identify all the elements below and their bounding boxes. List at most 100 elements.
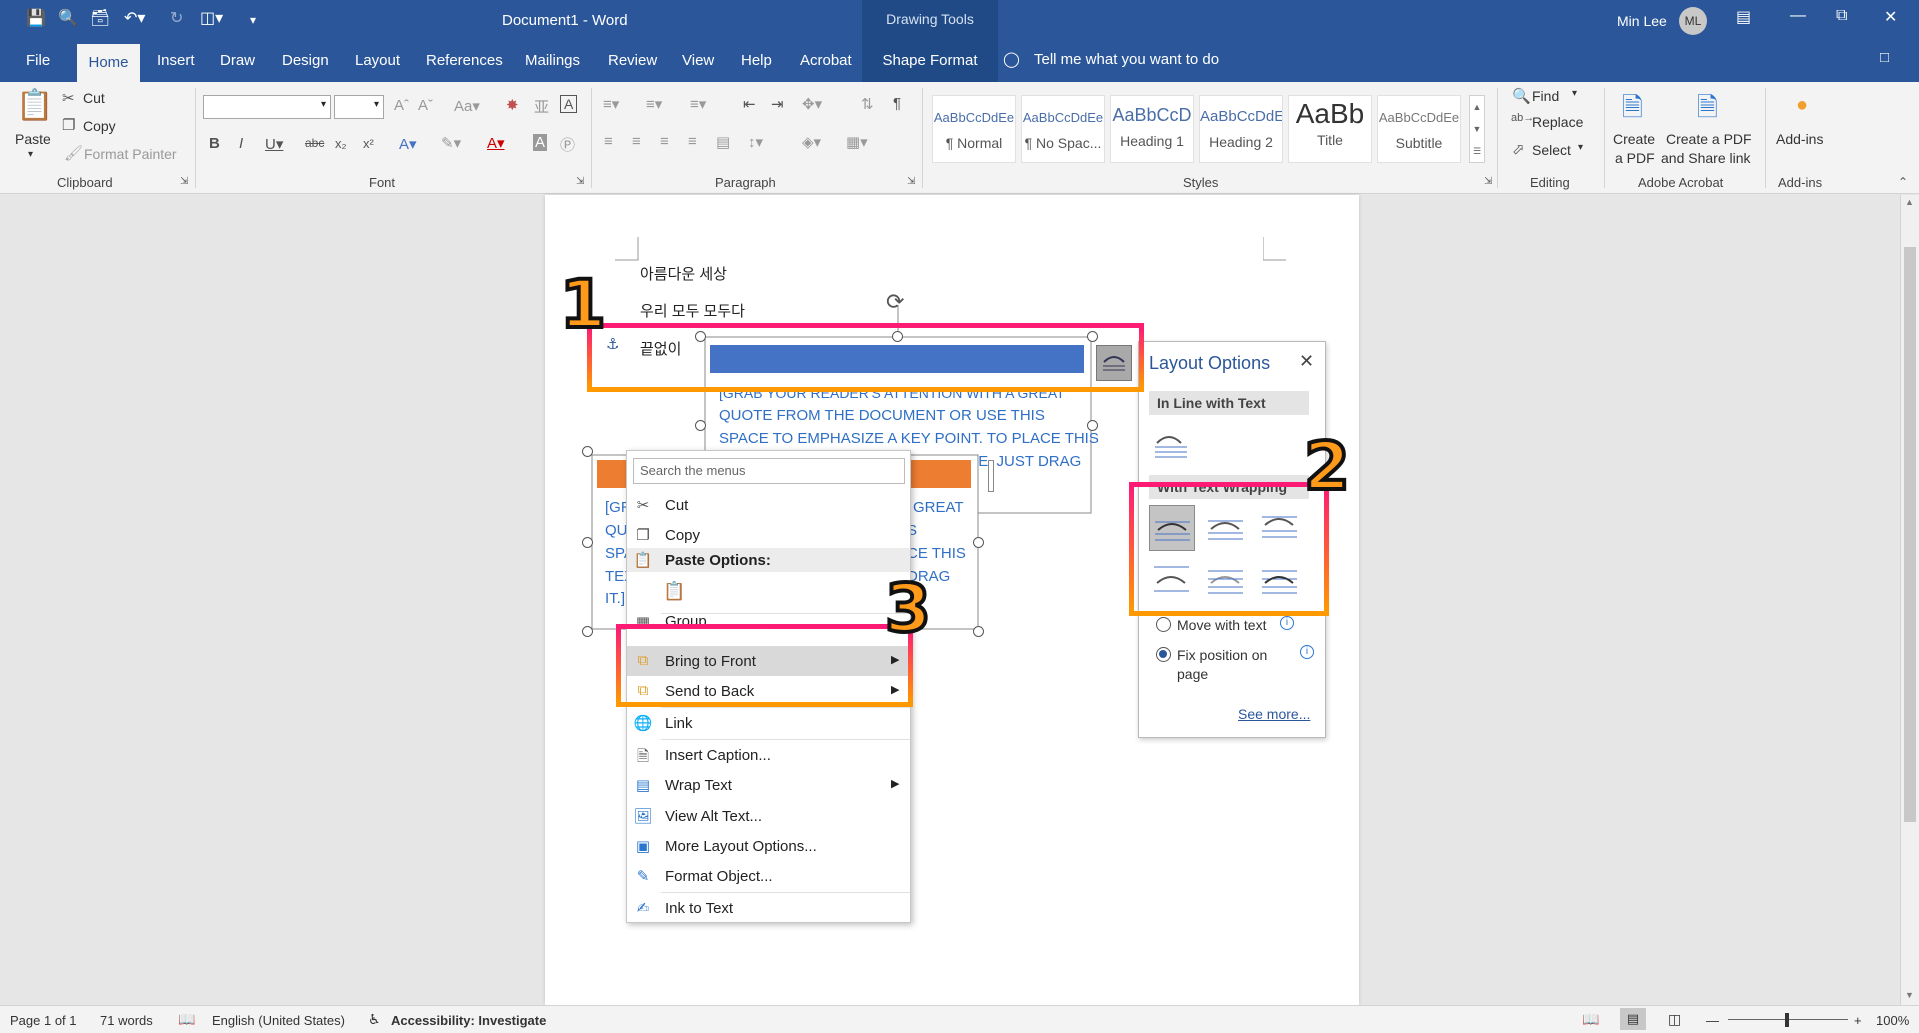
- zoom-level[interactable]: 100%: [1876, 1013, 1909, 1028]
- character-shading-icon[interactable]: A: [533, 134, 548, 151]
- collapse-ribbon-icon[interactable]: ⌃: [1898, 175, 1908, 189]
- select-icon[interactable]: ⬀: [1512, 140, 1525, 158]
- replace-button[interactable]: Replace: [1532, 114, 1583, 130]
- change-case-icon[interactable]: Aa▾: [454, 97, 480, 115]
- print-preview-icon[interactable]: 🔍: [58, 8, 78, 28]
- info-icon[interactable]: i: [1280, 616, 1294, 630]
- minimize-icon[interactable]: —: [1790, 7, 1806, 25]
- tab-draw[interactable]: Draw: [220, 52, 255, 69]
- web-layout-icon[interactable]: ◫: [1668, 1011, 1681, 1028]
- menu-item-cut[interactable]: ✂ Cut: [627, 490, 910, 520]
- font-size-combo[interactable]: ▾: [334, 95, 384, 119]
- paragraph-launcher-icon[interactable]: ⇲: [907, 176, 915, 187]
- distributed-icon[interactable]: ▤: [716, 133, 730, 151]
- tab-home[interactable]: Home: [77, 44, 140, 82]
- style-normal[interactable]: AaBbCcDdEe ¶ Normal: [932, 95, 1016, 163]
- resize-handle[interactable]: [582, 626, 593, 637]
- find-button[interactable]: Find: [1532, 88, 1559, 104]
- undo-icon[interactable]: ↶▾: [124, 8, 145, 28]
- share-pdf-icon[interactable]: 🗎: [1697, 89, 1718, 133]
- find-dropdown-icon[interactable]: ▾: [1572, 88, 1577, 99]
- font-name-combo[interactable]: ▾: [203, 95, 331, 119]
- save-as-icon[interactable]: 🗃: [90, 8, 110, 28]
- style-title[interactable]: AaBb Title: [1288, 95, 1372, 163]
- redo-icon[interactable]: ↻: [170, 8, 183, 28]
- menu-item-link[interactable]: 🌐 Link: [627, 708, 910, 738]
- save-icon[interactable]: 💾: [26, 8, 46, 28]
- justify-icon[interactable]: ≡: [688, 133, 697, 150]
- bullets-icon[interactable]: ≡▾: [603, 95, 619, 113]
- scroll-up-icon[interactable]: ▲: [1905, 197, 1914, 207]
- paste-dropdown-icon[interactable]: ▾: [28, 149, 33, 160]
- info-icon[interactable]: i: [1300, 645, 1314, 659]
- cut-icon[interactable]: ✂: [62, 89, 75, 107]
- close-icon[interactable]: ✕: [1299, 351, 1314, 372]
- create-pdf-button-line2[interactable]: a PDF: [1615, 150, 1655, 166]
- menu-item-more-layout-options[interactable]: ▣ More Layout Options...: [627, 831, 910, 861]
- menu-item-format-object[interactable]: ✎ Format Object...: [627, 861, 910, 891]
- move-with-text-radio[interactable]: [1156, 617, 1171, 632]
- share-pdf-button-line2[interactable]: and Share link: [1661, 150, 1751, 166]
- page-count[interactable]: Page 1 of 1: [10, 1013, 77, 1028]
- tab-help[interactable]: Help: [741, 52, 772, 69]
- grow-font-icon[interactable]: Aˆ: [394, 97, 409, 114]
- clipboard-launcher-icon[interactable]: ⇲: [180, 176, 188, 187]
- addins-icon[interactable]: ●: [1796, 94, 1808, 117]
- find-icon[interactable]: 🔍: [1512, 87, 1531, 105]
- numbering-icon[interactable]: ≡▾: [646, 95, 662, 113]
- zoom-out-icon[interactable]: —: [1706, 1013, 1719, 1028]
- tab-mailings[interactable]: Mailings: [525, 52, 580, 69]
- addins-button[interactable]: Add-ins: [1776, 131, 1823, 147]
- tab-acrobat[interactable]: Acrobat: [800, 52, 852, 69]
- style-heading-1[interactable]: AaBbCcD Heading 1: [1110, 95, 1194, 163]
- menu-item-insert-caption[interactable]: 🗎 Insert Caption...: [627, 740, 910, 770]
- resize-handle[interactable]: [582, 537, 593, 548]
- styles-launcher-icon[interactable]: ⇲: [1484, 176, 1492, 187]
- font-launcher-icon[interactable]: ⇲: [576, 176, 584, 187]
- highlight-icon[interactable]: ✎▾: [441, 134, 461, 152]
- print-layout-icon[interactable]: ▤: [1620, 1008, 1646, 1030]
- resize-handle[interactable]: [973, 626, 984, 637]
- customize-qat-icon[interactable]: ▾: [250, 13, 256, 27]
- clear-formatting-icon[interactable]: ✸: [506, 96, 519, 114]
- zoom-slider-thumb[interactable]: [1785, 1013, 1789, 1027]
- align-left-icon[interactable]: ≡: [604, 133, 613, 150]
- enclose-characters-icon[interactable]: A: [560, 95, 578, 113]
- paste-icon[interactable]: 📋: [16, 88, 53, 123]
- bold-icon[interactable]: B: [209, 135, 220, 152]
- paste-option-keep-source[interactable]: 📋: [627, 575, 910, 609]
- read-mode-icon[interactable]: 📖: [1582, 1011, 1599, 1028]
- styles-gallery-scroll[interactable]: ▲ ▼ ☰: [1469, 95, 1485, 163]
- tab-design[interactable]: Design: [282, 52, 329, 69]
- sort-icon[interactable]: ⇅: [861, 95, 874, 113]
- tab-view[interactable]: View: [682, 52, 714, 69]
- format-painter-button[interactable]: Format Painter: [84, 146, 177, 162]
- style-heading-2[interactable]: AaBbCcDdE Heading 2: [1199, 95, 1283, 163]
- line-spacing-icon[interactable]: ↕▾: [748, 133, 763, 151]
- tab-references[interactable]: References: [426, 52, 503, 69]
- tab-file[interactable]: File: [26, 52, 50, 69]
- vertical-scrollbar[interactable]: ▲ ▼: [1900, 195, 1919, 1005]
- scroll-down-icon[interactable]: ▼: [1905, 990, 1914, 1000]
- ribbon-display-icon[interactable]: ▤: [1736, 7, 1751, 27]
- resize-handle[interactable]: [695, 420, 706, 431]
- phonetic-guide-icon[interactable]: 亚: [534, 96, 549, 117]
- italic-icon[interactable]: I: [239, 135, 243, 152]
- text-effects-icon[interactable]: A▾: [399, 135, 417, 153]
- menu-item-copy[interactable]: ❐ Copy: [627, 520, 910, 550]
- shading-icon[interactable]: ◈▾: [802, 133, 821, 151]
- font-color-icon[interactable]: A▾: [487, 134, 505, 152]
- borders-icon[interactable]: ▦▾: [846, 133, 868, 151]
- share-pdf-button[interactable]: Create a PDF: [1666, 131, 1752, 147]
- select-dropdown-icon[interactable]: ▾: [1578, 142, 1583, 153]
- format-painter-icon[interactable]: 🖌: [64, 144, 83, 162]
- enclosed-char-icon[interactable]: Ⓟ: [560, 134, 575, 155]
- resize-handle[interactable]: [973, 537, 984, 548]
- tell-me-search[interactable]: Tell me what you want to do: [1034, 51, 1219, 68]
- restore-icon[interactable]: ⧉: [1836, 7, 1847, 25]
- scrollbar-thumb[interactable]: [1904, 247, 1916, 822]
- search-menus-input[interactable]: Search the menus: [633, 458, 905, 484]
- language-status[interactable]: English (United States): [212, 1013, 345, 1028]
- style-no-spacing[interactable]: AaBbCcDdEe ¶ No Spac...: [1021, 95, 1105, 163]
- comments-icon[interactable]: □: [1880, 49, 1889, 66]
